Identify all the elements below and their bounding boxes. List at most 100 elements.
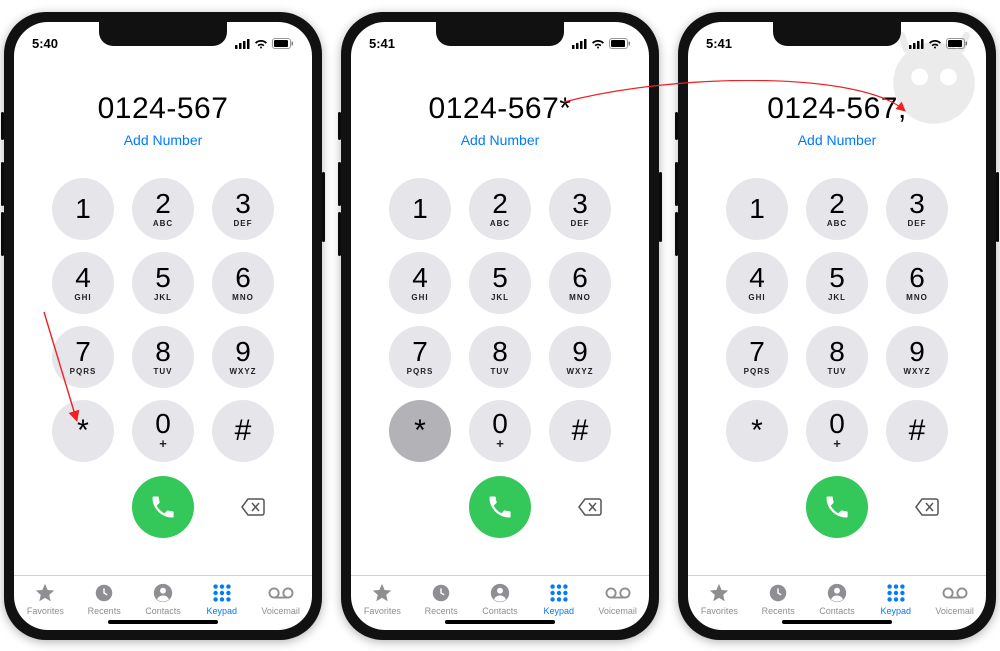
key-subtext: MNO	[232, 293, 254, 302]
keypad-key-0[interactable]: 0+	[469, 400, 531, 462]
backspace-icon	[240, 497, 266, 517]
keypad-key-5[interactable]: 5JKL	[469, 252, 531, 314]
add-number-link[interactable]: Add Number	[688, 132, 986, 148]
key-digit: 5	[155, 264, 171, 292]
delete-button[interactable]	[236, 490, 270, 524]
call-button[interactable]	[806, 476, 868, 538]
tab-bar: Favorites Recents Contacts KeypadVoicemail	[14, 575, 312, 618]
keypad-icon	[548, 582, 570, 604]
key-digit: 3	[909, 190, 925, 218]
tab-keypad[interactable]: Keypad	[867, 582, 925, 616]
keypad-key-hash[interactable]: #	[549, 400, 611, 462]
tab-label: Favorites	[27, 606, 64, 616]
keypad-key-6[interactable]: 6MNO	[549, 252, 611, 314]
key-digit: 9	[235, 338, 251, 366]
delete-button[interactable]	[573, 490, 607, 524]
keypad-key-6[interactable]: 6MNO	[886, 252, 948, 314]
tab-recents[interactable]: Recents	[749, 582, 807, 616]
keypad-key-9[interactable]: 9WXYZ	[549, 326, 611, 388]
tab-contacts[interactable]: Contacts	[471, 582, 529, 616]
key-subtext: TUV	[828, 367, 847, 376]
key-digit: 3	[235, 190, 251, 218]
keypad-key-5[interactable]: 5JKL	[806, 252, 868, 314]
key-subtext: PQRS	[70, 367, 97, 376]
tab-voicemail[interactable]: Voicemail	[926, 582, 984, 616]
tab-label: Recents	[425, 606, 458, 616]
device-notch	[773, 22, 901, 46]
tab-keypad[interactable]: Keypad	[193, 582, 251, 616]
keypad-key-2[interactable]: 2ABC	[806, 178, 868, 240]
home-indicator	[782, 620, 892, 624]
keypad-key-2[interactable]: 2ABC	[469, 178, 531, 240]
keypad-key-4[interactable]: 4GHI	[726, 252, 788, 314]
keypad-key-7[interactable]: 7PQRS	[726, 326, 788, 388]
status-time: 5:40	[32, 36, 58, 51]
signal-icon	[235, 39, 250, 49]
keypad-key-star[interactable]: *	[389, 400, 451, 462]
keypad-key-9[interactable]: 9WXYZ	[886, 326, 948, 388]
delete-button[interactable]	[910, 490, 944, 524]
backspace-icon	[914, 497, 940, 517]
add-number-link[interactable]: Add Number	[14, 132, 312, 148]
tab-label: Contacts	[145, 606, 181, 616]
tab-voicemail[interactable]: Voicemail	[589, 582, 647, 616]
keypad-icon	[211, 582, 233, 604]
key-subtext: TUV	[154, 367, 173, 376]
keypad-key-3[interactable]: 3DEF	[886, 178, 948, 240]
keypad-key-1[interactable]: 1	[52, 178, 114, 240]
key-digit: 7	[412, 338, 428, 366]
keypad-key-3[interactable]: 3DEF	[212, 178, 274, 240]
call-button[interactable]	[132, 476, 194, 538]
tab-bar: FavoritesRecents Contacts Keypad Voicemail	[688, 575, 986, 618]
keypad-key-1[interactable]: 1	[726, 178, 788, 240]
tab-favorites[interactable]: Favorites	[690, 582, 748, 616]
add-number-link[interactable]: Add Number	[351, 132, 649, 148]
key-digit: 7	[749, 338, 765, 366]
keypad-key-4[interactable]: 4GHI	[52, 252, 114, 314]
tab-contacts[interactable]: Contacts	[134, 582, 192, 616]
key-digit: 4	[412, 264, 428, 292]
keypad: 1 2ABC 3DEF 4GHI 5JKL 6MNO 7PQRS 8TUV 9WXYZ * 0+ #	[14, 158, 312, 462]
keypad-key-hash[interactable]: #	[886, 400, 948, 462]
tab-favorites[interactable]: Favorites	[16, 582, 74, 616]
keypad-key-7[interactable]: 7PQRS	[52, 326, 114, 388]
tab-keypad[interactable]: Keypad	[530, 582, 588, 616]
keypad-key-9[interactable]: 9WXYZ	[212, 326, 274, 388]
keypad-key-3[interactable]: 3DEF	[549, 178, 611, 240]
tab-label: Voicemail	[935, 606, 974, 616]
tab-favorites[interactable]: Favorites	[353, 582, 411, 616]
key-digit: 7	[75, 338, 91, 366]
device-notch	[99, 22, 227, 46]
keypad-key-8[interactable]: 8TUV	[132, 326, 194, 388]
tab-label: Favorites	[364, 606, 401, 616]
key-subtext: WXYZ	[903, 367, 930, 376]
keypad-key-2[interactable]: 2ABC	[132, 178, 194, 240]
tab-contacts[interactable]: Contacts	[808, 582, 866, 616]
phone-mockup: 5:41 0124-567* Add Number 12ABC3DEF4GHI5…	[341, 12, 659, 640]
tab-label: Contacts	[819, 606, 855, 616]
key-digit: 6	[909, 264, 925, 292]
call-button[interactable]	[469, 476, 531, 538]
keypad-key-star[interactable]: *	[726, 400, 788, 462]
keypad-key-8[interactable]: 8TUV	[469, 326, 531, 388]
tab-voicemail[interactable]: Voicemail	[252, 582, 310, 616]
dialed-number: 0124-567,	[688, 92, 986, 126]
key-digit: 4	[75, 264, 91, 292]
keypad-key-star[interactable]: *	[52, 400, 114, 462]
keypad-key-7[interactable]: 7PQRS	[389, 326, 451, 388]
wifi-icon	[591, 39, 605, 49]
keypad-key-hash[interactable]: #	[212, 400, 274, 462]
keypad-key-0[interactable]: 0+	[806, 400, 868, 462]
key-subtext: +	[159, 436, 167, 451]
tab-recents[interactable]: Recents	[75, 582, 133, 616]
favorites-icon	[34, 582, 56, 604]
tab-recents[interactable]: Recents	[412, 582, 470, 616]
key-digit: 8	[155, 338, 171, 366]
keypad-key-5[interactable]: 5JKL	[132, 252, 194, 314]
keypad-key-6[interactable]: 6MNO	[212, 252, 274, 314]
tab-label: Keypad	[544, 606, 575, 616]
keypad-key-8[interactable]: 8TUV	[806, 326, 868, 388]
keypad-key-0[interactable]: 0+	[132, 400, 194, 462]
keypad-key-4[interactable]: 4GHI	[389, 252, 451, 314]
keypad-key-1[interactable]: 1	[389, 178, 451, 240]
